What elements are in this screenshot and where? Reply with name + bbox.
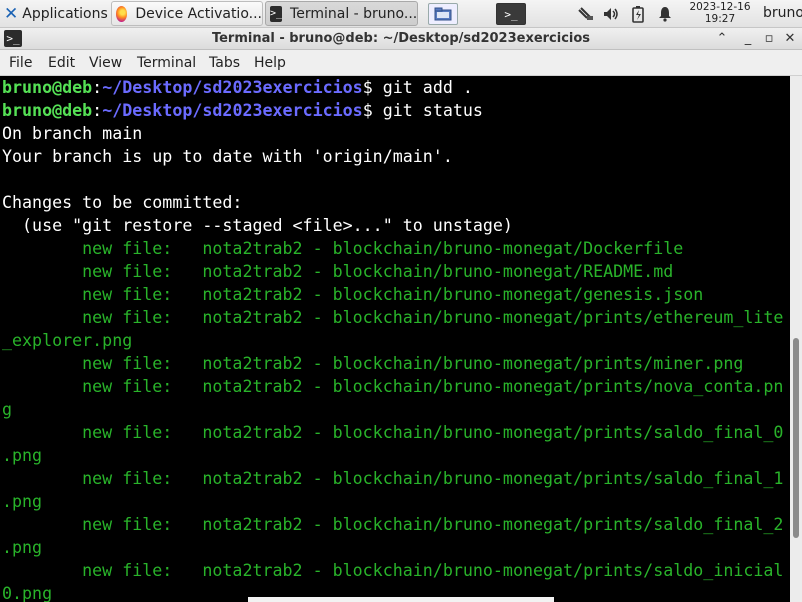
staged-file-line: .png [2,538,43,557]
output-line: On branch main [2,124,143,143]
staged-file-line: new file: nota2trab2 - blockchain/bruno-… [2,561,784,580]
folder-icon [434,7,452,21]
output-line: (use "git restore --staged <file>..." to… [2,216,513,235]
command-text: git add . [382,78,473,97]
chevron-up-icon[interactable]: ⌃ [713,29,731,48]
vertical-scrollbar[interactable] [790,76,802,602]
staged-file-line: g [2,400,13,419]
prompt-line: bruno@deb:~/Desktop/sd2023exercicios$ gi… [2,78,473,97]
window-titlebar[interactable]: >_ Terminal - bruno@deb: ~/Desktop/sd202… [0,28,802,50]
battery-icon[interactable] [627,0,649,28]
clock-date: 2023-12-16 [689,1,751,13]
applications-menu-button[interactable]: ✕ Applications ⋮ [0,1,110,26]
close-icon[interactable]: ✕ [781,29,799,48]
command-text: git status [382,101,483,120]
menubar: File Edit View Terminal Tabs Help [0,50,802,76]
menu-view[interactable]: View [89,55,122,71]
workspace-1-button[interactable] [428,3,458,25]
staged-file-line: new file: nota2trab2 - blockchain/bruno-… [2,469,784,488]
taskbar-firefox-label: Device Activatio... [135,5,262,22]
staged-file-line: new file: nota2trab2 - blockchain/bruno-… [2,262,674,281]
prompt-user: bruno@deb [2,78,93,97]
terminal-window: >_ Terminal - bruno@deb: ~/Desktop/sd202… [0,28,802,602]
network-icon[interactable] [574,0,598,28]
staged-file-line: new file: nota2trab2 - blockchain/bruno-… [2,377,784,396]
terminal-output[interactable]: bruno@deb:~/Desktop/sd2023exercicios$ gi… [0,76,790,602]
firefox-icon [116,5,128,22]
staged-file-line: new file: nota2trab2 - blockchain/bruno-… [2,308,784,327]
output-line: Your branch is up to date with 'origin/m… [2,147,453,166]
taskbar-firefox-button[interactable]: Device Activatio... [111,1,263,26]
user-menu[interactable]: bruno [763,5,802,21]
clock-time: 19:27 [704,13,736,25]
menu-tabs[interactable]: Tabs [209,55,240,71]
prompt-line: bruno@deb:~/Desktop/sd2023exercicios$ gi… [2,101,483,120]
volume-icon[interactable] [600,0,622,28]
prompt-path: ~/Desktop/sd2023exercicios [102,78,363,97]
notification-bell-icon[interactable] [654,0,676,28]
taskbar-terminal-label: Terminal - bruno... [290,5,418,22]
staged-file-line: new file: nota2trab2 - blockchain/bruno-… [2,239,684,258]
menu-terminal[interactable]: Terminal [137,55,196,71]
prompt-user: bruno@deb [2,101,93,120]
terminal-icon: >_ [504,7,518,21]
staged-file-line: new file: nota2trab2 - blockchain/bruno-… [2,354,744,373]
prompt-path: ~/Desktop/sd2023exercicios [102,101,363,120]
menu-file[interactable]: File [9,55,32,71]
applications-label: Applications [22,5,108,22]
menu-edit[interactable]: Edit [48,55,75,71]
minimize-icon[interactable]: _ [739,29,757,48]
menu-help[interactable]: Help [254,55,286,71]
staged-file-line: new file: nota2trab2 - blockchain/bruno-… [2,423,784,442]
maximize-icon[interactable]: ▫ [760,29,778,48]
output-line: Changes to be committed: [2,193,243,212]
top-panel: ✕ Applications ⋮ Device Activatio... >_ … [0,0,802,28]
clock[interactable]: 2023-12-16 19:27 [682,1,758,25]
staged-file-line: .png [2,492,43,511]
staged-file-line: new file: nota2trab2 - blockchain/bruno-… [2,285,704,304]
workspace-2-button[interactable]: >_ [496,3,526,25]
staged-file-line: 0.png [2,584,53,602]
horizontal-scroll-indicator [248,597,554,602]
scrollbar-thumb[interactable] [793,338,799,538]
xfce-logo-icon: ✕ [4,3,19,24]
taskbar-terminal-button[interactable]: >_ Terminal - bruno... [265,1,418,26]
terminal-icon: >_ [270,5,283,22]
staged-file-line: new file: nota2trab2 - blockchain/bruno-… [2,515,784,534]
staged-file-line: .png [2,446,43,465]
staged-file-line: _explorer.png [2,331,133,350]
window-title: Terminal - bruno@deb: ~/Desktop/sd2023ex… [211,31,591,46]
